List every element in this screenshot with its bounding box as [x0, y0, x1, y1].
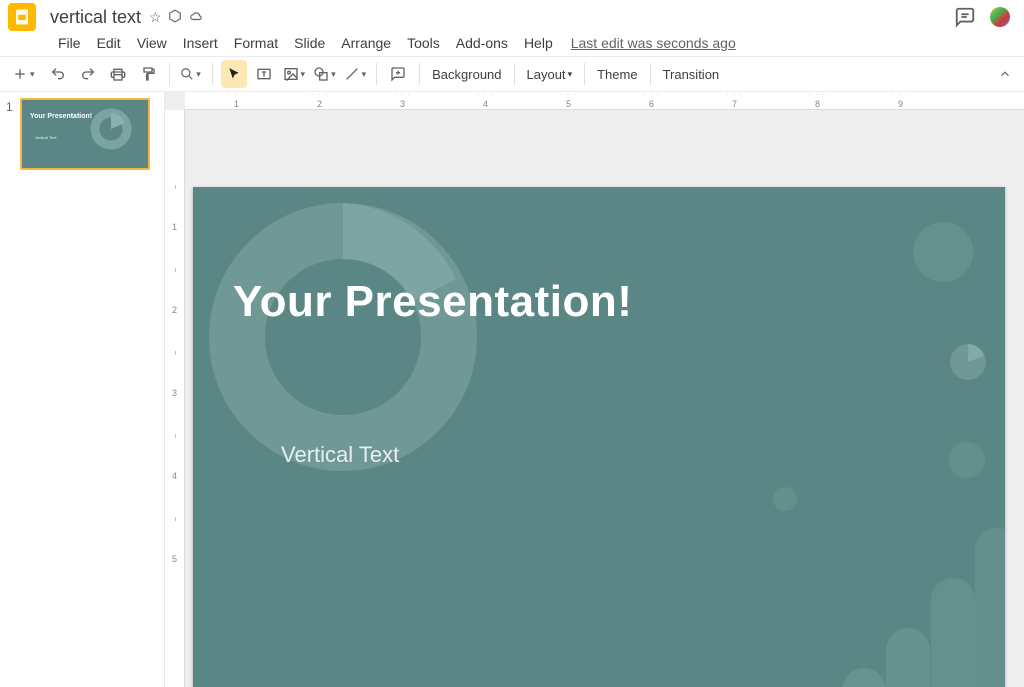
print-button[interactable]	[105, 60, 131, 88]
comments-icon[interactable]	[954, 6, 976, 28]
comment-button[interactable]	[385, 60, 411, 88]
select-tool[interactable]	[221, 60, 247, 88]
theme-button[interactable]: Theme	[589, 60, 645, 88]
document-title[interactable]: vertical text	[50, 7, 141, 28]
vertical-ruler: 1 2 3 4 5	[165, 110, 185, 687]
menu-help[interactable]: Help	[516, 33, 561, 53]
slide-title[interactable]: Your Presentation!	[233, 277, 632, 327]
account-avatar[interactable]	[990, 7, 1010, 27]
filmstrip-panel[interactable]: 1 Your Presentation! Vertical Text	[0, 92, 165, 687]
background-button[interactable]: Background	[424, 60, 509, 88]
menu-view[interactable]: View	[129, 33, 175, 53]
menu-tools[interactable]: Tools	[399, 33, 448, 53]
circle-decoration	[773, 487, 797, 511]
slide-subtitle[interactable]: Vertical Text	[281, 442, 399, 468]
star-icon[interactable]: ☆	[149, 9, 162, 26]
shape-tool[interactable]: ▾	[311, 60, 338, 88]
new-slide-button[interactable]: ▾	[10, 60, 37, 88]
cloud-status-icon[interactable]	[188, 9, 204, 26]
last-edit-link[interactable]: Last edit was seconds ago	[571, 35, 736, 51]
menu-arrange[interactable]: Arrange	[333, 33, 399, 53]
toolbar: ▾ ▾ ▾ ▾ ▾ Background Layout ▾ Theme Tran…	[0, 56, 1024, 92]
chevron-down-icon: ▾	[568, 69, 573, 80]
slide-canvas[interactable]: Your Presentation! Vertical Text	[193, 187, 1005, 687]
slide-thumbnail-1[interactable]: Your Presentation! Vertical Text	[20, 98, 150, 170]
layout-button[interactable]: Layout ▾	[519, 60, 581, 88]
image-tool[interactable]: ▾	[281, 60, 308, 88]
move-icon[interactable]	[168, 9, 182, 26]
line-tool[interactable]: ▾	[342, 60, 369, 88]
menu-addons[interactable]: Add-ons	[448, 33, 516, 53]
bars-decoration	[797, 528, 1005, 687]
thumb-subtitle: Vertical Text	[35, 135, 57, 140]
textbox-tool[interactable]	[251, 60, 277, 88]
collapse-toolbar-button[interactable]	[992, 60, 1018, 88]
title-bar: vertical text ☆	[0, 0, 1024, 30]
zoom-button[interactable]: ▾	[178, 60, 204, 88]
redo-button[interactable]	[75, 60, 101, 88]
paint-format-button[interactable]	[135, 60, 161, 88]
thumb-title: Your Presentation!	[30, 113, 92, 120]
menu-insert[interactable]: Insert	[175, 33, 226, 53]
menu-format[interactable]: Format	[226, 33, 286, 53]
slide-number: 1	[6, 98, 14, 170]
slides-app-icon[interactable]	[8, 3, 36, 31]
circle-decoration	[949, 442, 985, 478]
menu-slide[interactable]: Slide	[286, 33, 333, 53]
main-area: 1 Your Presentation! Vertical Text 1 2 3…	[0, 92, 1024, 687]
menu-bar: File Edit View Insert Format Slide Arran…	[0, 30, 1024, 56]
menu-file[interactable]: File	[50, 33, 89, 53]
pie-decoration	[948, 342, 988, 382]
horizontal-ruler: 1 2 3 4 5 6 7 8 9	[185, 92, 1024, 110]
transition-button[interactable]: Transition	[655, 60, 728, 88]
menu-edit[interactable]: Edit	[89, 33, 129, 53]
undo-button[interactable]	[45, 60, 71, 88]
circle-decoration	[913, 222, 973, 282]
canvas-area[interactable]: 1 2 3 4 5 6 7 8 9 1 2 3 4 5	[165, 92, 1024, 687]
